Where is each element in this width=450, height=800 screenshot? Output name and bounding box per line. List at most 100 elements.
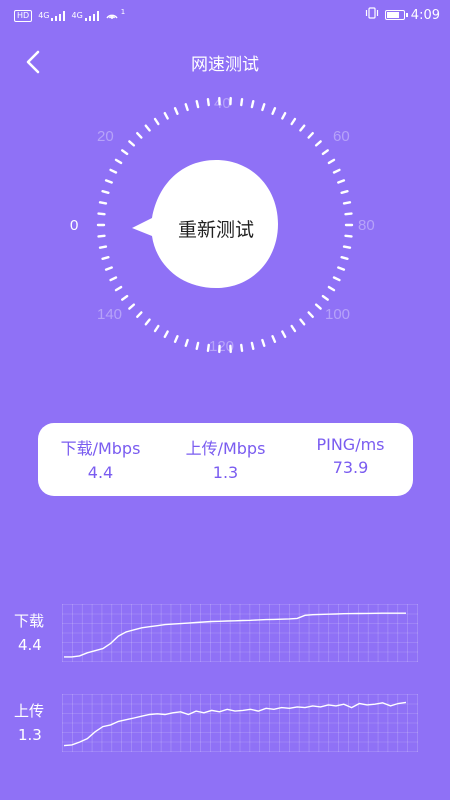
upload-stat-value: 1.3: [212, 463, 239, 482]
signal-icon: [51, 10, 66, 21]
stats-card: 下载/Mbps 4.4 上传/Mbps 1.3 PING/ms 73.9: [38, 423, 413, 496]
gauge-tick: [281, 330, 287, 339]
gauge-tick-label: 60: [333, 128, 350, 145]
gauge-tick: [299, 124, 306, 132]
gauge-tick-label: 20: [97, 128, 114, 145]
gauge-tick: [121, 149, 129, 156]
gauge-tick: [153, 117, 160, 126]
gauge-tick: [250, 99, 255, 109]
battery-icon: [384, 10, 408, 20]
upload-stat-label: 上传/Mbps: [185, 439, 266, 458]
gauge-tick: [299, 318, 306, 326]
upload-line-chart: [62, 694, 418, 752]
gauge-tick: [136, 132, 143, 139]
gauge-tick: [144, 124, 151, 132]
ping-stat: PING/ms 73.9: [288, 435, 413, 477]
gauge-tick-label: 120: [209, 338, 235, 355]
gauge-tick: [240, 97, 244, 107]
gauge-tick: [240, 343, 244, 353]
gauge-tick: [321, 294, 329, 301]
gauge-tick: [271, 107, 277, 115]
status-left-icons: HD 4G 4G 1: [14, 8, 125, 23]
download-stat-label: 下载/Mbps: [60, 439, 141, 458]
gauge-tick-label: 80: [358, 217, 375, 234]
gauge-tick: [261, 338, 266, 347]
gauge-tick-label: 0: [70, 217, 79, 234]
page-title: 网速测试: [191, 55, 259, 75]
hotspot-icon: [105, 8, 119, 23]
upload-chart-value: 1.3: [18, 726, 42, 744]
download-stat: 下载/Mbps 4.4: [38, 435, 163, 482]
gauge-tick: [314, 140, 322, 147]
gauge-tick: [173, 335, 179, 343]
gauge-tick: [271, 335, 277, 343]
gauge-tick: [290, 324, 297, 333]
upload-chart-label: 上传: [14, 702, 45, 720]
gauge-tick: [261, 103, 266, 112]
gauge-tick: [98, 245, 108, 249]
download-chart-block: 下载 4.4: [0, 604, 450, 674]
status-bar: HD 4G 4G 1 4:09: [0, 0, 450, 30]
gauge-tick: [332, 168, 341, 174]
ping-stat-label: PING/ms: [316, 435, 385, 454]
gauge-tick-label: 140: [97, 306, 123, 323]
gauge-tick: [340, 190, 349, 195]
gauge-tick: [121, 294, 129, 301]
gauge-tick: [307, 311, 314, 318]
status-time: 4:09: [410, 7, 440, 23]
download-stat-value: 4.4: [87, 463, 114, 482]
gauge-tick: [104, 179, 113, 184]
gauge-tick: [104, 266, 113, 271]
gauge-tick: [101, 190, 110, 195]
gauge-tick: [97, 212, 106, 216]
gauge-tick: [307, 132, 314, 139]
gauge-tick: [342, 201, 352, 205]
speech-bubble-icon: [132, 160, 278, 288]
gauge-tick: [153, 324, 160, 333]
gauge-tick: [195, 341, 200, 351]
status-right-icons: 4:09: [365, 7, 440, 23]
gauge-tick: [290, 117, 297, 126]
hotspot-badge: 1: [120, 7, 126, 16]
gauge-tick: [337, 179, 346, 184]
gauge-tick: [195, 99, 200, 109]
hd-icon: HD: [14, 9, 33, 22]
gauge-tick: [337, 266, 346, 271]
gauge-tick: [173, 107, 179, 115]
speed-gauge: 0 20 40 60 80 100 120 140 重新测试: [0, 90, 450, 360]
gauge-tick: [321, 149, 329, 156]
gauge-tick: [136, 311, 143, 318]
ping-stat-value: 73.9: [332, 458, 369, 477]
gauge-tick: [206, 97, 210, 107]
gauge-tick: [250, 341, 255, 351]
gauge-tick: [327, 285, 336, 292]
gauge-tick: [128, 140, 136, 147]
network-type-label: 4G: [71, 11, 83, 20]
gauge-tick-label: 40: [214, 95, 231, 112]
gauge-tick: [163, 330, 169, 339]
gauge-tick: [163, 111, 169, 120]
signal-icon: [84, 10, 99, 21]
gauge-tick: [332, 276, 341, 282]
gauge-tick: [114, 285, 123, 292]
gauge-tick: [342, 245, 352, 249]
gauge-tick: [144, 318, 151, 326]
gauge-tick: [114, 158, 123, 165]
upload-stat: 上传/Mbps 1.3: [163, 435, 288, 482]
download-chart-value: 4.4: [18, 636, 42, 654]
gauge-tick: [281, 111, 287, 120]
gauge-tick: [98, 201, 108, 205]
gauge-tick: [128, 303, 136, 310]
gauge-tick-label: 100: [325, 306, 351, 323]
gauge-tick: [344, 212, 353, 216]
chart-series-line: [64, 612, 406, 658]
gauge-tick: [314, 303, 322, 310]
gauge-tick: [344, 234, 353, 238]
nav-bar: 网速测试: [0, 40, 450, 80]
gauge-tick: [340, 255, 349, 260]
gauge-tick: [97, 234, 106, 238]
network-type-label: 4G: [38, 11, 50, 20]
retest-button[interactable]: [132, 160, 282, 288]
gauge-tick: [101, 255, 110, 260]
gauge-tick: [327, 158, 336, 165]
